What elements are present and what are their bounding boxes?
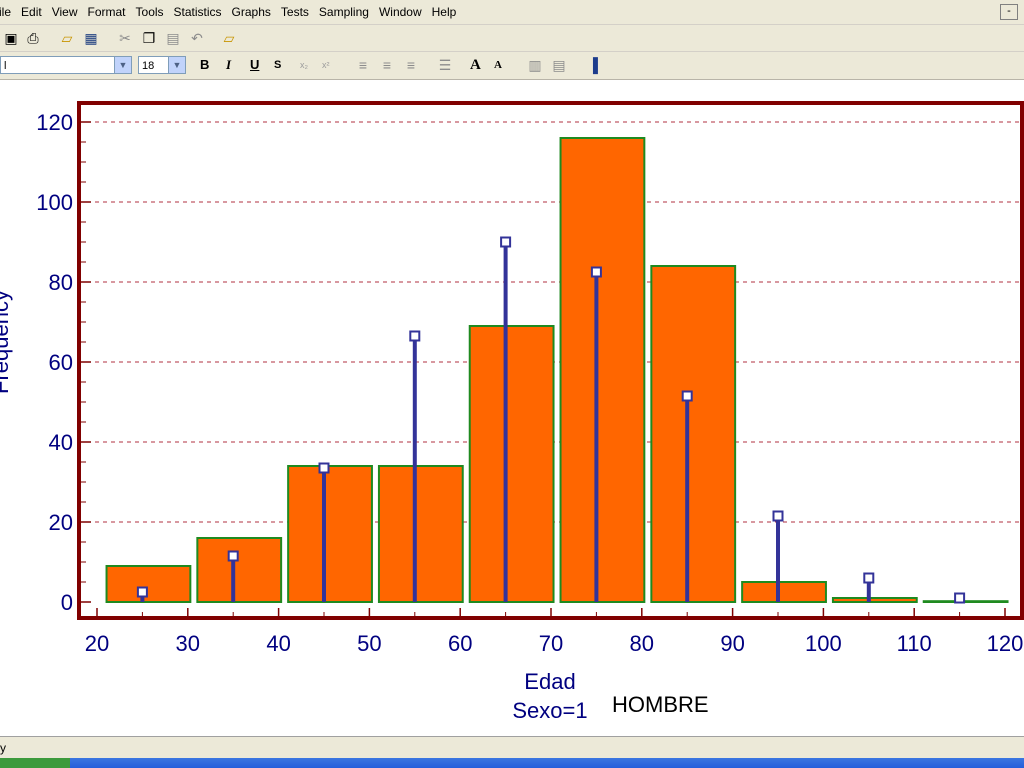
expected-marker — [409, 330, 421, 342]
expected-marker — [136, 586, 148, 598]
copy-icon[interactable]: ❐ — [140, 29, 158, 47]
chevron-down-icon[interactable]: ▼ — [114, 57, 131, 73]
menu-help[interactable]: Help — [427, 5, 462, 19]
x-tick-label: 70 — [539, 631, 563, 656]
open-folder-icon[interactable]: ▱ — [58, 29, 76, 47]
x-tick-label: 110 — [897, 631, 932, 656]
group-value: HOMBRE — [612, 692, 709, 717]
menu-window[interactable]: Window — [374, 5, 427, 19]
histogram-bar — [196, 537, 283, 603]
menu-graphs[interactable]: Graphs — [227, 5, 276, 19]
bar-chart-icon[interactable]: ▐ — [584, 56, 602, 74]
y-tick-label: 20 — [49, 510, 73, 535]
histogram-bar — [922, 600, 1009, 604]
expected-marker — [863, 572, 875, 584]
y-tick-label: 100 — [36, 190, 73, 215]
histogram-bar — [105, 565, 192, 603]
align-center-icon[interactable]: ≡ — [378, 56, 396, 74]
font-size-select[interactable]: 18 ▼ — [138, 56, 186, 74]
y-axis-label: Frequency — [0, 290, 13, 394]
grow-font-button[interactable]: A — [470, 56, 481, 74]
y-tick-label: 120 — [36, 110, 73, 135]
histogram-bar — [377, 465, 464, 603]
menu-view[interactable]: View — [47, 5, 83, 19]
expected-marker — [954, 592, 966, 604]
font-size-value: 18 — [142, 60, 155, 72]
cut-icon[interactable]: ✂ — [116, 29, 134, 47]
histogram-bar — [287, 465, 373, 603]
x-tick-label: 60 — [448, 631, 472, 656]
underline-button[interactable]: U — [250, 56, 259, 74]
x-axis-label: Edad — [524, 669, 575, 694]
expected-marker — [227, 550, 239, 562]
menu-edit[interactable]: Edit — [16, 5, 47, 19]
table-icon[interactable]: ▥ — [526, 56, 544, 74]
bullet-list-icon[interactable]: ☰ — [436, 56, 454, 74]
font-name-value: l — [4, 60, 7, 72]
group-label: Sexo=1 — [512, 698, 587, 723]
menu-bar: ile Edit View Format Tools Statistics Gr… — [0, 0, 1024, 25]
chevron-down-icon[interactable]: ▼ — [168, 57, 185, 73]
x-tick-label: 100 — [805, 631, 842, 656]
menu-tools[interactable]: Tools — [131, 5, 169, 19]
open-file-icon[interactable]: ▱ — [220, 29, 238, 47]
plot-area: 0 20 40 60 80 100 120 20 30 40 50 60 70 80 90 100 110 120… — [0, 80, 1024, 735]
histogram-bar — [468, 325, 555, 603]
paste-icon[interactable]: ▤ — [164, 29, 182, 47]
y-tick-label: 80 — [49, 270, 73, 295]
menu-sampling[interactable]: Sampling — [314, 5, 374, 19]
expected-marker — [772, 510, 784, 522]
menu-statistics[interactable]: Statistics — [169, 5, 227, 19]
y-tick-label: 40 — [49, 430, 73, 455]
y-tick-label: 0 — [61, 590, 73, 615]
align-left-icon[interactable]: ≡ — [354, 56, 372, 74]
x-tick-label: 90 — [720, 631, 744, 656]
start-button[interactable] — [0, 758, 70, 768]
expected-marker — [500, 236, 512, 248]
x-tick-label: 120 — [987, 631, 1024, 656]
status-bar: y — [0, 736, 1024, 759]
x-tick-label: 40 — [266, 631, 290, 656]
format-toolbar: l ▼ 18 ▼ B I U S x₂ x² ≡ ≡ ≡ ☰ A A ▥ ▤ ▐ — [0, 52, 1024, 80]
shadow-button[interactable]: S — [274, 56, 281, 74]
menu-file[interactable]: ile — [0, 5, 16, 19]
y-tick-label: 60 — [49, 350, 73, 375]
histogram-bar — [559, 137, 646, 603]
expected-marker — [590, 266, 602, 278]
taskbar — [0, 758, 1024, 768]
standard-toolbar: ▣ ⎙ ▱ ▦ ✂ ❐ ▤ ↶ ▱ — [0, 25, 1024, 52]
italic-button[interactable]: I — [226, 56, 231, 74]
align-right-icon[interactable]: ≡ — [402, 56, 420, 74]
expected-marker — [318, 462, 330, 474]
font-name-select[interactable]: l ▼ — [0, 56, 132, 74]
spreadsheet-icon[interactable]: ▦ — [82, 29, 100, 47]
histogram-bar — [831, 597, 918, 603]
menu-format[interactable]: Format — [83, 5, 131, 19]
undo-icon[interactable]: ↶ — [188, 29, 206, 47]
histogram-bar — [741, 581, 827, 603]
minimize-button[interactable]: - — [1000, 4, 1018, 20]
table-props-icon[interactable]: ▤ — [550, 56, 568, 74]
x-tick-label: 30 — [176, 631, 200, 656]
x-tick-label: 80 — [630, 631, 654, 656]
expected-marker — [681, 390, 693, 402]
status-text: y — [0, 741, 6, 755]
histogram-bar — [650, 265, 737, 603]
print-icon[interactable]: ⎙ — [24, 29, 42, 47]
menu-tests[interactable]: Tests — [276, 5, 314, 19]
subscript-button[interactable]: x₂ — [300, 56, 308, 74]
x-tick-label: 50 — [357, 631, 381, 656]
shrink-font-button[interactable]: A — [494, 56, 502, 74]
bold-button[interactable]: B — [200, 56, 209, 74]
save-icon[interactable]: ▣ — [2, 29, 20, 47]
superscript-button[interactable]: x² — [322, 56, 330, 74]
x-tick-label: 20 — [85, 631, 109, 656]
histogram-chart: 0 20 40 60 80 100 120 20 30 40 50 60 70 80 90 100 110 120… — [0, 101, 1024, 723]
